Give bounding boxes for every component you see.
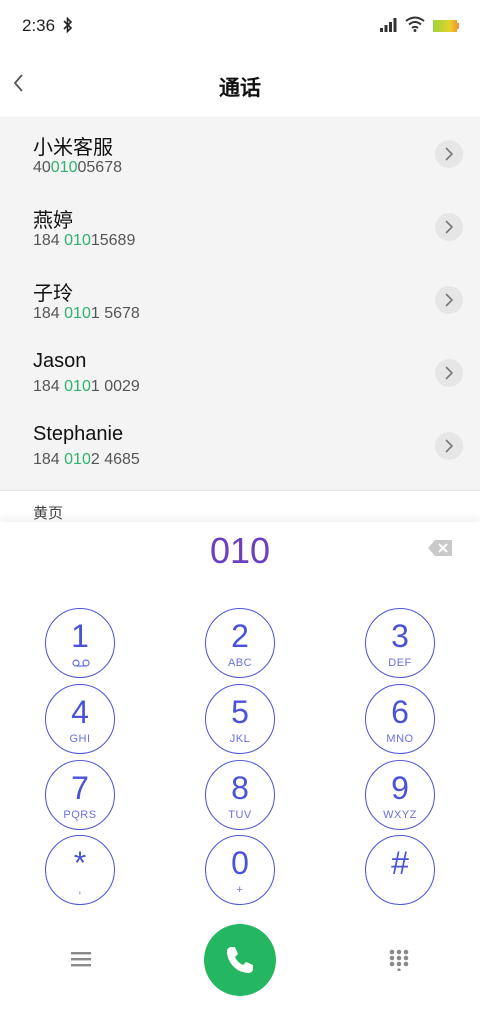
voicemail-icon [72,659,90,667]
key-letters: ABC [227,657,253,669]
number-suffix: 15689 [90,232,136,249]
number-prefix: 40 [33,159,51,176]
yellow-pages-label: 黄页 [33,505,64,522]
contact-name: Stephanie [33,423,124,445]
contact-list-item[interactable]: 子玲 184 0101 5678 [0,263,480,336]
chevron-right-icon [445,366,454,380]
dial-key[interactable]: 9 WXYZ [365,760,435,830]
key-letters: + [236,884,244,896]
dial-key[interactable]: # [365,835,435,905]
contact-list-item[interactable]: 燕婷 184 01015689 [0,190,480,263]
backspace-icon[interactable] [428,539,453,557]
number-suffix: 2 4685 [90,451,140,468]
key-digit: 3 [391,618,409,654]
dial-key[interactable]: 5 JKL [205,684,275,754]
wifi-icon [405,16,425,32]
key-letters: , [78,884,82,896]
signal-icon [380,18,397,32]
divider [0,490,480,491]
key-digit: 9 [391,770,409,806]
dial-key[interactable]: 8 TUV [205,760,275,830]
chevron-right-icon [445,439,454,453]
status-time: 2:36 [22,16,56,35]
number-match: 010 [64,451,91,468]
chevron-right-icon [445,293,454,307]
contact-number: 184 0101 0029 [33,378,140,396]
contact-name: Jason [33,350,87,372]
key-digit: 8 [231,770,249,806]
key-digit: 6 [391,694,409,730]
dial-key[interactable]: *, [45,835,115,905]
key-digit: 4 [71,694,89,730]
app-header: 通话 [0,52,480,116]
key-digit: 0 [231,845,249,881]
key-letters: MNO [386,733,414,745]
contact-detail-button[interactable] [435,432,463,460]
number-suffix: 05678 [77,159,123,176]
contact-list-item[interactable]: Stephanie 184 0102 4685 [0,409,480,482]
number-suffix: 1 0029 [90,378,140,395]
dial-key[interactable]: 4 GHI [45,684,115,754]
menu-icon[interactable] [71,951,91,967]
number-match: 010 [64,378,91,395]
key-letters: PQRS [63,809,97,821]
contact-name: 燕婷 [33,210,73,232]
key-letters: DEF [388,657,412,669]
number-suffix: 1 5678 [90,305,140,322]
keypad-toggle-icon[interactable] [389,949,409,971]
chevron-right-icon [445,220,454,234]
number-prefix: 184 [33,305,65,322]
call-button[interactable] [204,924,276,996]
contact-number: 184 0101 5678 [33,305,140,323]
page-title: 通话 [219,77,261,100]
contact-list-item[interactable]: Jason 184 0101 0029 [0,336,480,409]
key-letters: GHI [69,733,91,745]
contact-number: 184 0102 4685 [33,451,140,469]
number-match: 010 [50,159,78,176]
contact-detail-button[interactable] [435,140,463,168]
dialer-panel: 010 1 2 ABC 3 DEF 4 GHI 5 JKL 6 MNO 7 PQRS 8 TUV 9 WXYZ *… [0,522,480,1013]
contact-detail-button[interactable] [435,286,463,314]
key-digit: * [73,845,87,881]
key-digit: # [391,845,409,881]
key-digit: 1 [71,618,89,654]
key-letters: TUV [228,809,252,821]
dial-key[interactable]: 7 PQRS [45,760,115,830]
key-letters: JKL [229,733,251,745]
battery-icon [433,20,459,32]
status-bar: 2:36 [0,0,480,52]
contact-detail-button[interactable] [435,213,463,241]
number-prefix: 184 [33,451,65,468]
key-digit: 5 [231,694,249,730]
dial-key[interactable]: 0 + [205,835,275,905]
contact-name: 小米客服 [33,137,113,159]
number-prefix: 184 [33,232,65,249]
contact-number: 4001005678 [33,159,122,177]
number-match: 010 [64,305,91,322]
contact-detail-button[interactable] [435,359,463,387]
dial-key[interactable]: 2 ABC [205,608,275,678]
bluetooth-icon [63,16,73,34]
contact-number: 184 01015689 [33,232,135,250]
chevron-right-icon [445,147,454,161]
dial-key[interactable]: 3 DEF [365,608,435,678]
contact-list-item[interactable]: 小米客服 4001005678 [0,117,480,190]
number-match: 010 [64,232,91,249]
dial-display: 010 [209,530,271,571]
contact-name: 子玲 [33,283,73,305]
phone-icon [227,947,253,973]
key-digit: 2 [231,618,249,654]
number-prefix: 184 [33,378,65,395]
contact-list: 小米客服 4001005678 燕婷 184 01015689 子玲 184 0101 5… [0,117,480,490]
dial-key[interactable]: 6 MNO [365,684,435,754]
key-digit: 7 [71,770,89,806]
dial-key[interactable]: 1 [45,608,115,678]
key-letters: WXYZ [383,809,417,821]
